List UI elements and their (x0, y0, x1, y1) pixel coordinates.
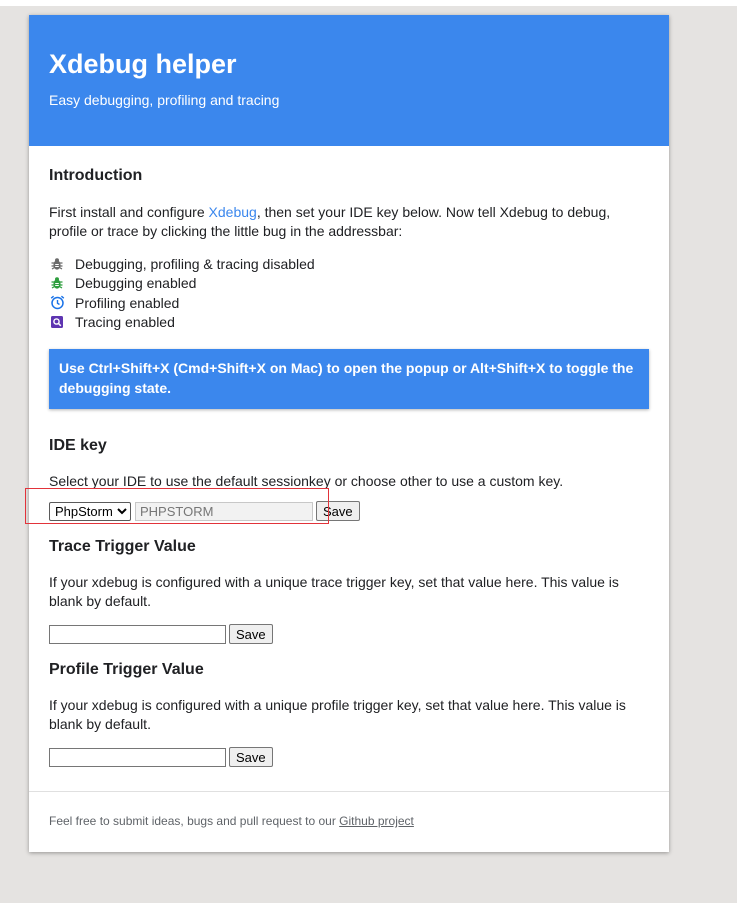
state-item-tracing: Tracing enabled (49, 313, 649, 333)
profile-trigger-save-button[interactable]: Save (229, 747, 273, 767)
ide-key-save-button[interactable]: Save (316, 501, 360, 521)
state-item-disabled: Debugging, profiling & tracing disabled (49, 254, 649, 274)
page-title: Xdebug helper (49, 49, 237, 79)
page-footer: Feel free to submit ideas, bugs and pull… (29, 791, 669, 828)
state-label: Debugging, profiling & tracing disabled (75, 255, 315, 272)
profile-trigger-title: Profile Trigger Value (49, 661, 204, 678)
options-card: Xdebug helper Easy debugging, profiling … (25, 15, 669, 852)
state-label: Debugging enabled (75, 275, 197, 292)
profile-trigger-description: If your xdebug is configured with a uniq… (49, 697, 626, 732)
state-item-profiling: Profiling enabled (49, 293, 649, 313)
state-legend-list: Debugging, profiling & tracing disabled … (49, 254, 649, 332)
page-header: Xdebug helper Easy debugging, profiling … (29, 15, 669, 146)
shortcut-notice: Use Ctrl+Shift+X (Cmd+Shift+X on Mac) to… (49, 349, 649, 409)
state-label: Profiling enabled (75, 294, 180, 311)
trace-trigger-title: Trace Trigger Value (49, 538, 196, 555)
page-content: Introduction First install and configure… (25, 146, 669, 767)
bug-green-icon (49, 275, 65, 291)
ide-key-description: Select your IDE to use the default sessi… (49, 473, 564, 489)
magnifier-purple-icon (49, 314, 65, 330)
clock-icon (49, 295, 65, 311)
ide-key-row: PhpStorm Save (25, 488, 649, 524)
intro-title: Introduction (49, 167, 143, 184)
intro-text: First install and configure Xdebug, then… (49, 203, 649, 241)
trace-trigger-description: If your xdebug is configured with a uniq… (49, 574, 619, 609)
trace-trigger-save-button[interactable]: Save (229, 624, 273, 644)
state-item-debugging: Debugging enabled (49, 274, 649, 294)
trace-trigger-row: Save (49, 624, 649, 644)
ide-select[interactable]: PhpStorm (49, 501, 131, 521)
ide-key-input[interactable] (135, 501, 313, 521)
bug-gray-icon (49, 256, 65, 272)
intro-text-start: First install and configure (49, 204, 209, 220)
window-top-strip (0, 0, 737, 6)
github-project-link[interactable]: Github project (339, 814, 414, 828)
xdebug-link[interactable]: Xdebug (209, 204, 257, 220)
profile-trigger-row: Save (49, 747, 649, 767)
trace-trigger-input[interactable] (49, 624, 226, 644)
footer-text: Feel free to submit ideas, bugs and pull… (49, 814, 340, 828)
profile-trigger-input[interactable] (49, 747, 226, 767)
state-label: Tracing enabled (75, 314, 175, 331)
ide-key-title: IDE key (49, 437, 107, 454)
page-subtitle: Easy debugging, profiling and tracing (49, 92, 280, 108)
